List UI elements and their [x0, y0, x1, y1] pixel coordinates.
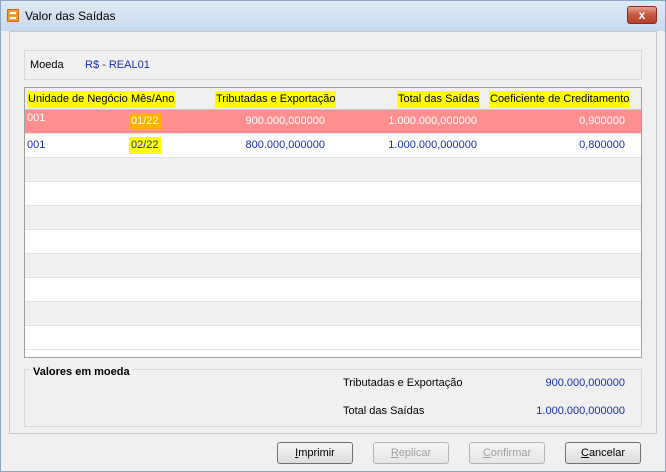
total-value: 1.000.000,000000: [536, 405, 625, 417]
empty-row: [25, 326, 641, 350]
header-mes[interactable]: Mês/Ano: [130, 91, 176, 108]
grid-header: Unidade de Negócio Mês/Ano Tributadas e …: [25, 88, 641, 110]
cell-tributadas: 800.000,000000: [245, 139, 325, 151]
cell-total: 1.000.000,000000: [388, 139, 477, 151]
imprimir-button[interactable]: Imprimir: [277, 442, 353, 464]
replicar-label: eplicar: [398, 447, 432, 459]
window-title: Valor das Saídas: [25, 9, 116, 23]
header-tributadas[interactable]: Tributadas e Exportação: [215, 91, 337, 108]
dialog-window: Valor das Saídas x Moeda R$ - REAL01 Uni…: [0, 0, 666, 472]
imprimir-label: mprimir: [298, 447, 335, 459]
header-unidade[interactable]: Unidade de Negócio: [27, 91, 129, 108]
moeda-label: Moeda: [30, 59, 64, 71]
valores-group: Valores em moeda Tributadas e Exportação…: [24, 366, 642, 427]
cancelar-button[interactable]: Cancelar: [565, 442, 641, 464]
data-grid: Unidade de Negócio Mês/Ano Tributadas e …: [24, 87, 642, 358]
cell-mes: 02/22: [129, 137, 161, 154]
table-row[interactable]: 001 02/22 800.000,000000 1.000.000,00000…: [25, 134, 641, 158]
empty-row: [25, 206, 641, 230]
moeda-value: R$ - REAL01: [85, 59, 150, 71]
content-panel: Moeda R$ - REAL01 Unidade de Negócio Mês…: [9, 31, 657, 434]
moeda-box: Moeda R$ - REAL01: [24, 50, 642, 80]
cell-unidade: 001: [27, 112, 46, 124]
total-label: Total das Saídas: [343, 405, 425, 417]
confirmar-label: onfirmar: [490, 447, 532, 459]
cell-total: 1.000.000,000000: [388, 115, 477, 127]
cell-tributadas: 900.000,000000: [245, 115, 325, 127]
tributadas-value: 900.000,000000: [545, 377, 625, 389]
confirmar-button[interactable]: Confirmar: [469, 442, 545, 464]
cell-coeficiente: 0,800000: [579, 139, 625, 151]
replicar-accelerator: R: [390, 447, 399, 459]
cancelar-accelerator: C: [580, 447, 589, 459]
app-icon: [7, 9, 19, 22]
cancelar-label: ancelar: [588, 447, 626, 459]
cell-unidade: 001: [27, 139, 46, 151]
table-row[interactable]: 001 01/22 900.000,000000 1.000.000,00000…: [25, 110, 641, 134]
cell-mes: 01/22: [129, 113, 161, 130]
empty-row: [25, 182, 641, 206]
empty-row: [25, 278, 641, 302]
header-coeficiente[interactable]: Coeficiente de Creditamento: [489, 91, 631, 108]
confirmar-accelerator: C: [482, 447, 491, 459]
empty-row: [25, 158, 641, 182]
empty-row: [25, 302, 641, 326]
header-total[interactable]: Total das Saídas: [397, 91, 481, 108]
tributadas-label: Tributadas e Exportação: [343, 377, 463, 389]
title-bar[interactable]: Valor das Saídas x: [1, 1, 665, 31]
replicar-button[interactable]: Replicar: [373, 442, 449, 464]
cell-coeficiente: 0,900000: [579, 115, 625, 127]
empty-row: [25, 254, 641, 278]
close-button[interactable]: x: [627, 6, 657, 24]
empty-row: [25, 230, 641, 254]
valores-title: Valores em moeda: [31, 366, 132, 378]
